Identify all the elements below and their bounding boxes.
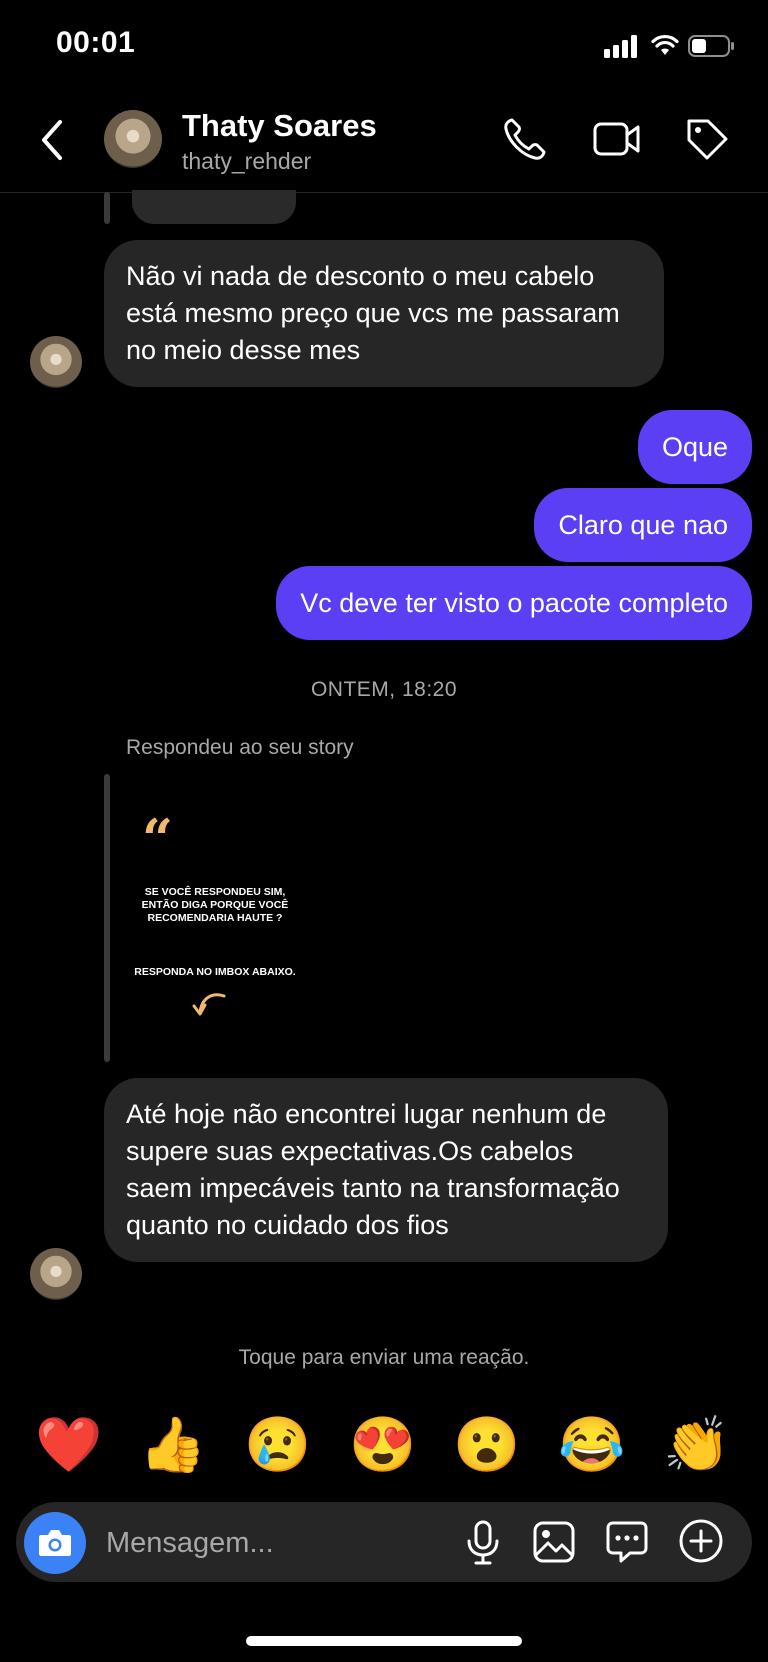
message-timestamp: ONTEM, 18:20 <box>310 678 458 701</box>
contact-avatar[interactable] <box>104 110 162 168</box>
camera-icon <box>39 1530 71 1556</box>
quote-mark-icon: “ <box>142 807 174 871</box>
clapping-hands-reaction[interactable]: 👏 <box>662 1410 732 1480</box>
outgoing-message[interactable]: Oque <box>637 410 752 484</box>
status-time: 00:01 <box>56 26 136 59</box>
reply-indicator-bar <box>104 192 110 224</box>
story-preview[interactable]: “ SE VOCÊ RESPONDEU SIM, ENTÃO DIGA PORQ… <box>134 804 296 1030</box>
battery-icon <box>688 35 734 57</box>
thumbs-up-reaction[interactable]: 👍 <box>138 1410 208 1480</box>
sticker-message-icon[interactable] <box>604 1518 650 1564</box>
heart-eyes-reaction[interactable]: 😍 <box>348 1410 418 1480</box>
home-indicator <box>246 1636 522 1646</box>
message-input[interactable] <box>104 1520 438 1566</box>
camera-button[interactable] <box>24 1512 86 1574</box>
outgoing-message[interactable]: Claro que nao <box>534 488 752 562</box>
video-camera-icon[interactable] <box>592 116 642 162</box>
microphone-icon[interactable] <box>462 1520 504 1566</box>
wifi-icon <box>651 34 679 55</box>
back-chevron-icon[interactable] <box>36 116 68 164</box>
laughing-face-reaction[interactable]: 😂 <box>557 1410 627 1480</box>
story-reply-label: Respondeu ao seu story <box>126 736 354 759</box>
plus-circle-icon[interactable] <box>678 1518 724 1564</box>
reply-indicator-bar <box>104 774 110 1062</box>
cellular-signal-icon <box>604 35 637 58</box>
outgoing-message[interactable]: Vc deve ter visto o pacote completo <box>276 566 752 640</box>
previous-media-thumbnail[interactable] <box>132 190 296 224</box>
curved-arrow-icon <box>192 993 226 1016</box>
sender-avatar[interactable] <box>30 1248 82 1300</box>
story-text: RESPONDA NO IMBOX ABAIXO. <box>134 966 296 978</box>
surprised-face-reaction[interactable]: 😮 <box>452 1410 522 1480</box>
phone-icon[interactable] <box>502 116 548 162</box>
incoming-message[interactable]: Até hoje não encontrei lugar nenhum de s… <box>104 1078 668 1262</box>
crying-face-reaction[interactable]: 😢 <box>243 1410 313 1480</box>
incoming-message[interactable]: Não vi nada de desconto o meu cabelo est… <box>104 240 664 387</box>
reaction-hint: Toque para enviar uma reação. <box>238 1346 530 1369</box>
contact-name[interactable]: Thaty Soares <box>182 108 377 144</box>
reaction-bar: ❤️ 👍 😢 😍 😮 😂 👏 <box>0 1410 768 1480</box>
gallery-icon[interactable] <box>532 1520 576 1564</box>
heart-reaction[interactable]: ❤️ <box>34 1410 104 1480</box>
tag-icon[interactable] <box>684 116 730 162</box>
sender-avatar[interactable] <box>30 336 82 388</box>
contact-handle[interactable]: thaty_rehder <box>182 148 311 175</box>
story-text: SE VOCÊ RESPONDEU SIM, ENTÃO DIGA PORQUE… <box>141 886 289 924</box>
